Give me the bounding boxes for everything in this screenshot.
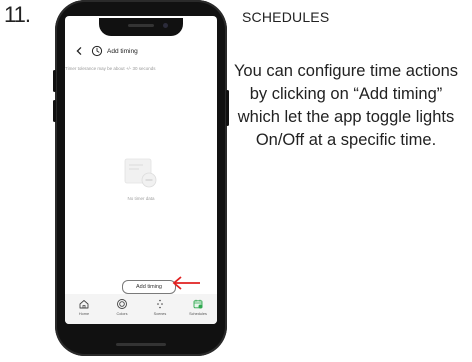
home-indicator xyxy=(116,343,166,346)
tab-schedules[interactable]: Schedules xyxy=(180,298,216,316)
step-number: 11. xyxy=(4,2,31,27)
color-ring-icon xyxy=(117,299,127,309)
add-timing-button[interactable]: Add timing xyxy=(122,280,176,294)
speaker-grill xyxy=(128,24,154,27)
arrow-left-icon xyxy=(172,276,200,290)
empty-document-icon xyxy=(124,158,157,188)
page-title: Add timing xyxy=(107,47,138,55)
front-camera xyxy=(163,23,168,28)
sparkle-icon xyxy=(157,299,163,309)
phone-frame: Add timing Timer tolerance may be about … xyxy=(53,0,229,356)
tab-label: Schedules xyxy=(189,312,207,316)
phone-notch xyxy=(99,18,183,36)
tab-home[interactable]: Home xyxy=(66,298,102,316)
tab-colors[interactable]: Colors xyxy=(104,298,140,316)
empty-state: No timer data xyxy=(65,156,217,216)
phone-side-button xyxy=(53,100,56,122)
chevron-left-icon[interactable] xyxy=(73,45,85,57)
tab-label: Scenes xyxy=(153,312,167,316)
tolerance-note: Timer tolerance may be about +/- 30 seco… xyxy=(65,66,156,71)
tab-label: Colors xyxy=(116,312,128,316)
bottom-tab-bar: Home Colors Scenes Schedules xyxy=(65,294,217,324)
calendar-icon xyxy=(193,299,203,309)
timer-icon xyxy=(91,45,103,57)
empty-state-text: No timer data xyxy=(127,196,155,201)
tab-scenes[interactable]: Scenes xyxy=(142,298,178,316)
section-heading: SCHEDULES xyxy=(242,9,330,25)
tab-label: Home xyxy=(78,312,90,316)
description-text: You can configure time actions by clicki… xyxy=(233,62,459,149)
house-icon xyxy=(79,300,89,309)
phone-side-button xyxy=(53,70,56,92)
app-header: Add timing xyxy=(65,40,217,62)
